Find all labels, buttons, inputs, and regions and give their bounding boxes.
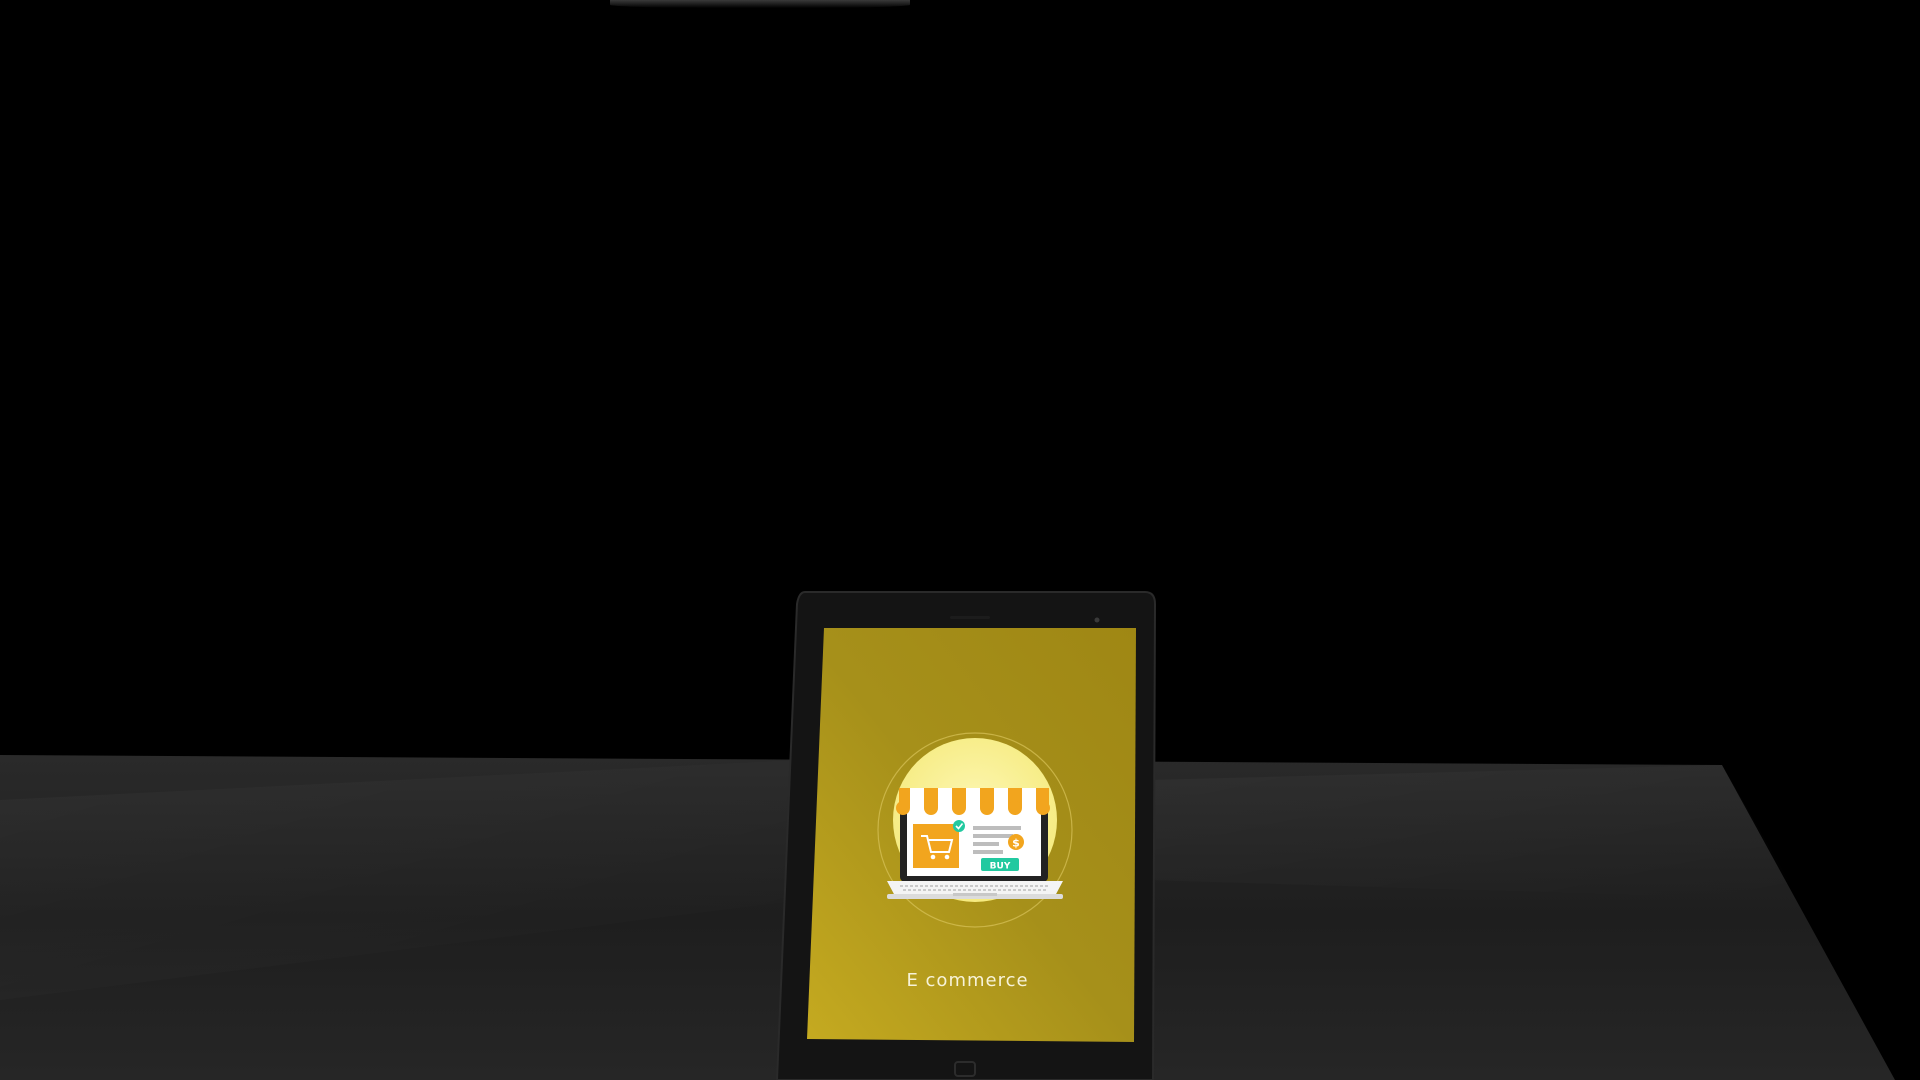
tablet: $ BUY E commerce (775, 588, 1160, 1080)
cart-icon (913, 824, 959, 868)
screen-title: E commerce (906, 970, 1029, 991)
check-icon (953, 820, 965, 832)
buy-label: BUY (990, 862, 1011, 872)
scene: $ BUY E commerce (0, 0, 1920, 1080)
tablet-body: $ BUY (775, 591, 1157, 1080)
camera-icon (1094, 617, 1100, 623)
currency-symbol: $ (1012, 837, 1020, 850)
